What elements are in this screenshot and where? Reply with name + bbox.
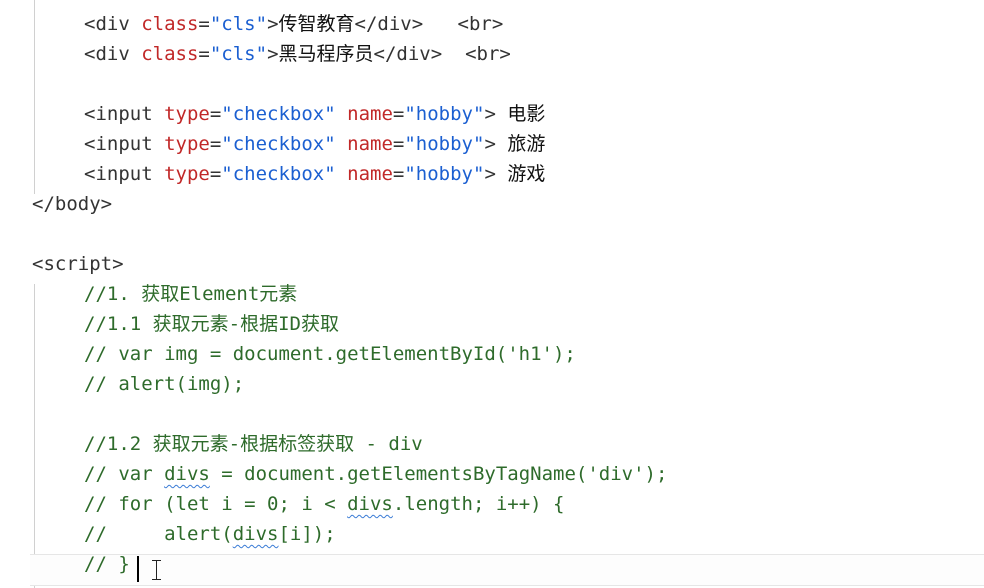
code-token: //1. 获取Element元素 xyxy=(84,283,298,305)
code-line[interactable]: <input type="checkbox" name="hobby"> 游戏 xyxy=(84,159,545,189)
code-token: 传智教育 xyxy=(278,13,355,35)
code-token: = xyxy=(198,43,210,65)
code-token: divs xyxy=(347,493,393,515)
code-token: <script> xyxy=(32,253,124,275)
code-token: <br> xyxy=(465,43,511,65)
code-token: "cls" xyxy=(209,13,268,35)
code-token: > xyxy=(267,43,279,65)
code-line[interactable]: <script> xyxy=(32,249,124,279)
code-token: > xyxy=(484,133,496,155)
code-token: = xyxy=(198,13,210,35)
code-token: divs xyxy=(164,463,210,485)
code-token: "hobby" xyxy=(404,103,485,125)
code-token: 黑马程序员 xyxy=(278,43,374,65)
code-token: > xyxy=(484,163,496,185)
code-line[interactable]: <input type="checkbox" name="hobby"> 旅游 xyxy=(84,129,545,159)
code-token: //1.2 获取元素-根据标签获取 - div xyxy=(84,433,423,455)
code-token: = xyxy=(392,163,405,185)
code-token: = xyxy=(392,103,405,125)
code-token: "hobby" xyxy=(404,133,485,155)
code-token: // var xyxy=(84,463,165,485)
code-token: type xyxy=(164,103,210,125)
code-token: name xyxy=(347,163,393,185)
code-token: </body> xyxy=(32,193,113,215)
code-token: // var img = document.getElementById('h1… xyxy=(84,343,576,365)
code-token: type xyxy=(164,163,210,185)
text-caret xyxy=(137,556,139,582)
code-line[interactable]: </body> xyxy=(32,189,112,219)
ibeam-cursor-icon xyxy=(152,560,161,580)
code-token: <input xyxy=(84,163,165,185)
code-token: // alert( xyxy=(84,523,233,545)
code-token: = xyxy=(392,133,405,155)
current-line-highlight xyxy=(30,554,984,586)
code-editor[interactable]: <div class="cls">传智教育</div> <br> <div cla… xyxy=(0,0,984,588)
code-line[interactable]: // alert(divs[i]); xyxy=(84,519,336,549)
code-token: = document.getElementsByTagName('div'); xyxy=(209,463,668,485)
code-line[interactable]: //1.2 获取元素-根据标签获取 - div xyxy=(84,429,423,459)
code-token: name xyxy=(347,133,393,155)
code-token: [i]); xyxy=(278,523,336,545)
indent-guide-script xyxy=(34,284,35,588)
code-token: "hobby" xyxy=(404,163,485,185)
code-token: "checkbox" xyxy=(221,133,336,155)
code-line[interactable]: // alert(img); xyxy=(84,369,244,399)
code-token: > xyxy=(267,13,279,35)
code-token: name xyxy=(347,103,393,125)
code-line[interactable]: // var img = document.getElementById('h1… xyxy=(84,339,576,369)
code-token: <br> xyxy=(457,13,504,35)
code-token: = xyxy=(209,103,222,125)
code-token: 旅游 xyxy=(495,133,546,155)
code-token: <div xyxy=(84,13,142,35)
code-token: > xyxy=(484,103,496,125)
code-line[interactable]: //1. 获取Element元素 xyxy=(84,279,297,309)
code-token: = xyxy=(209,163,222,185)
code-token: divs xyxy=(232,523,279,545)
code-token: 游戏 xyxy=(495,163,546,185)
code-token: // alert(img); xyxy=(84,373,245,395)
code-token: <div xyxy=(84,43,142,65)
code-line[interactable]: // } xyxy=(84,549,130,579)
code-token: // } xyxy=(84,553,130,575)
code-token: <input xyxy=(84,133,165,155)
code-line[interactable]: <div class="cls">传智教育</div> <br> xyxy=(84,9,503,39)
code-token: "checkbox" xyxy=(221,103,336,125)
code-line[interactable]: // var divs = document.getElementsByTagN… xyxy=(84,459,667,489)
code-token: "cls" xyxy=(209,43,268,65)
code-line[interactable]: //1.1 获取元素-根据ID获取 xyxy=(84,309,339,339)
code-line[interactable]: <div class="cls">黑马程序员</div> <br> xyxy=(84,39,511,69)
indent-guide-body xyxy=(34,0,35,194)
code-token: </div> xyxy=(373,43,443,65)
code-token: = xyxy=(209,133,222,155)
code-token: <input xyxy=(84,103,165,125)
code-token: 电影 xyxy=(495,103,546,125)
code-token: </div> xyxy=(354,13,424,35)
code-token: //1.1 获取元素-根据ID获取 xyxy=(84,313,339,335)
code-token: // for (let i = 0; i < xyxy=(84,493,348,515)
code-token: class xyxy=(141,43,199,65)
code-line[interactable]: <input type="checkbox" name="hobby"> 电影 xyxy=(84,99,545,129)
code-token: "checkbox" xyxy=(221,163,336,185)
fold-gutter xyxy=(0,0,30,588)
code-token: .length; i++) { xyxy=(392,493,565,515)
code-line[interactable]: // for (let i = 0; i < divs.length; i++)… xyxy=(84,489,564,519)
code-token: class xyxy=(141,13,199,35)
code-token: type xyxy=(164,133,210,155)
